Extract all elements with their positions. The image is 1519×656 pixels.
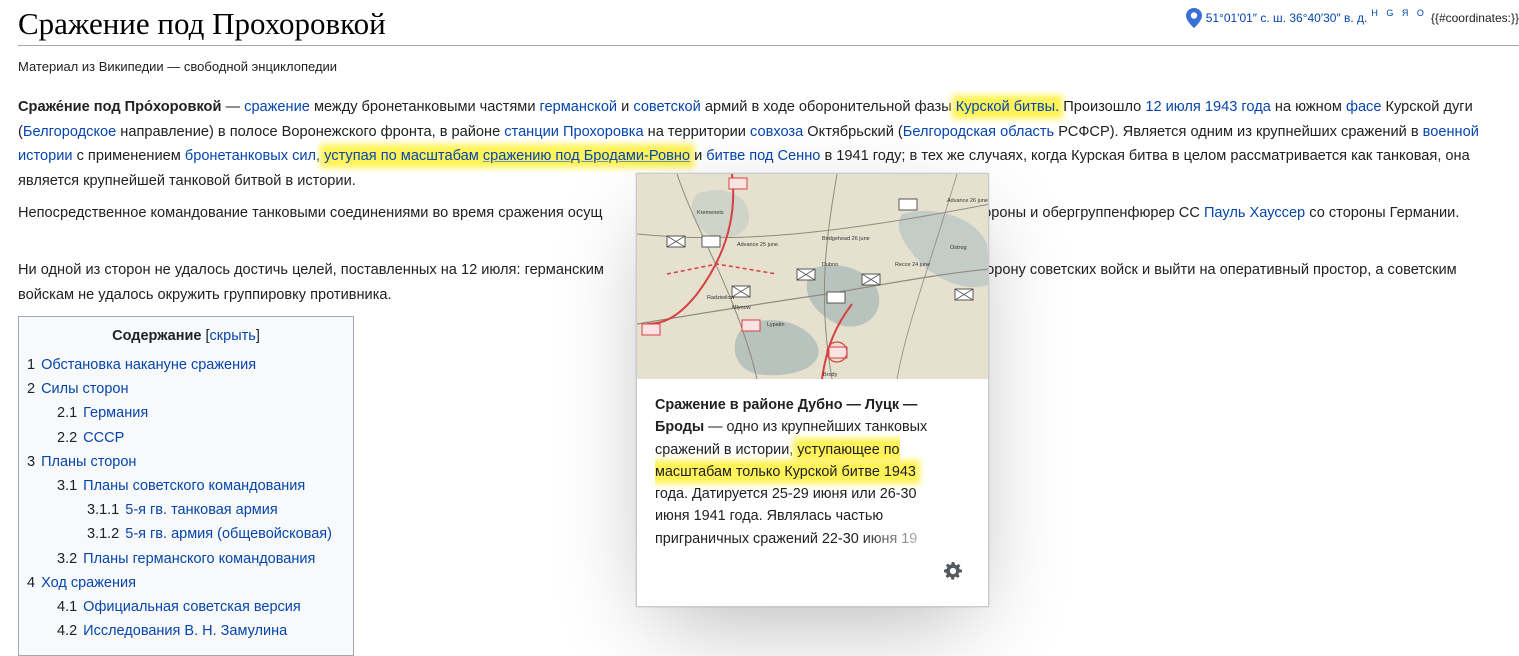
toc-item[interactable]: 4.2 Исследования В. Н. Замулина bbox=[27, 619, 332, 643]
text-fade bbox=[857, 524, 977, 548]
table-of-contents: Содержание [скрыть] 1 Обстановка накануне… bbox=[18, 316, 354, 656]
map-pin-icon[interactable] bbox=[1185, 8, 1202, 28]
toc-item-link[interactable]: Официальная советская версия bbox=[83, 599, 301, 615]
toc-item-link[interactable]: Планы германского командования bbox=[83, 551, 315, 567]
toc-item-number: 3.1 bbox=[57, 477, 78, 494]
toc-item-number: 1 bbox=[27, 357, 36, 373]
coordinates-map-links[interactable]: H G Я O bbox=[1371, 8, 1427, 18]
coordinates-link[interactable]: 51°01′01″ с. ш. 36°40′30″ в. д. bbox=[1206, 11, 1368, 25]
page-title: Сражение под Прохоровкой bbox=[18, 6, 386, 41]
map-label: Bridgehead 26 june bbox=[822, 236, 870, 242]
toc-item-link[interactable]: СССР bbox=[83, 430, 124, 446]
map-label: Kremenets bbox=[697, 210, 724, 216]
link-germanskoy[interactable]: германской bbox=[540, 99, 618, 115]
link-belgorodskaya-oblast[interactable]: Белгородская область bbox=[903, 124, 1054, 140]
toc-hide-toggle[interactable]: скрыть bbox=[210, 328, 256, 344]
link-stantsiya-prokhorovka[interactable]: станции Прохоровка bbox=[504, 124, 643, 140]
link-paul-hausser[interactable]: Пауль Хауссер bbox=[1204, 205, 1305, 221]
map-label: Ostrog bbox=[950, 245, 967, 251]
toc-item-number: 3.2 bbox=[57, 550, 78, 567]
toc-item-number: 2.2 bbox=[57, 429, 78, 446]
toc-item[interactable]: 3.2 Планы германского командования bbox=[27, 547, 332, 571]
map-label: Radziwilow bbox=[707, 295, 735, 301]
toc-item-number: 2.1 bbox=[57, 405, 78, 422]
toc-item[interactable]: 4.1 Официальная советская версия bbox=[27, 595, 332, 619]
toc-item-number: 4 bbox=[27, 574, 36, 591]
lead-term: Сраже́ние под Про́хоровкой bbox=[18, 99, 222, 115]
link-belgorodskoe[interactable]: Белгородское bbox=[23, 124, 116, 140]
link-senno[interactable]: битве под Сенно bbox=[706, 148, 820, 164]
link-date[interactable]: 12 июля 1943 года bbox=[1145, 99, 1271, 115]
toc-item-link[interactable]: Германия bbox=[83, 405, 148, 421]
map-label: Recce 24 june bbox=[895, 262, 930, 268]
link-fas[interactable]: фасе bbox=[1346, 99, 1382, 115]
toc-item-link[interactable]: Планы сторон bbox=[41, 454, 136, 470]
toc-item[interactable]: 2 Силы сторон bbox=[27, 377, 332, 401]
link-brody-rovno[interactable]: сражению под Бродами-Ровно bbox=[483, 148, 690, 164]
toc-item[interactable]: 3.1 Планы советского командования bbox=[27, 474, 332, 498]
toc-item[interactable]: 3.1.1 5-я гв. танковая армия bbox=[27, 498, 332, 522]
link-bronetankovye-sily[interactable]: бронетанковых сил bbox=[185, 148, 316, 164]
map-label: Dubno bbox=[822, 262, 838, 268]
toc-item-number: 4.1 bbox=[57, 598, 78, 615]
link-ustupaya[interactable]: уступая по масштабам bbox=[324, 148, 483, 164]
toc-item-number: 2 bbox=[27, 381, 36, 398]
gear-icon[interactable] bbox=[944, 562, 962, 580]
toc-item-number: 3.1.1 bbox=[87, 502, 120, 519]
map-label: Advance 26 june bbox=[947, 198, 988, 204]
page-preview-popup[interactable]: Advance 25 june Advance 26 june Bridgehe… bbox=[636, 173, 989, 607]
toc-item-link[interactable]: Планы советского командования bbox=[83, 478, 305, 494]
toc-item-link[interactable]: Силы сторон bbox=[41, 381, 128, 397]
map-label: Lypatin bbox=[767, 322, 785, 328]
link-srazhenie[interactable]: сражение bbox=[244, 99, 310, 115]
coordinates-template: {{#coordinates:}} bbox=[1430, 11, 1519, 25]
toc-item-link[interactable]: 5-я гв. танковая армия bbox=[125, 502, 277, 518]
toc-list: 1 Обстановка накануне сражения 2 Силы сторо… bbox=[27, 353, 332, 643]
map-label: Mlynow bbox=[732, 305, 751, 311]
toc-item-number: 3.1.2 bbox=[87, 526, 120, 543]
toc-item-link[interactable]: Обстановка накануне сражения bbox=[41, 357, 256, 373]
toc-item[interactable]: 3 Планы сторон bbox=[27, 450, 332, 474]
toc-item-link[interactable]: 5-я гв. армия (общевойсковая) bbox=[125, 526, 332, 542]
coordinates: 51°01′01″ с. ш. 36°40′30″ в. д. H G Я O … bbox=[1185, 6, 1519, 30]
toc-item[interactable]: 2.1 Германия bbox=[27, 401, 332, 425]
toc-item[interactable]: 1 Обстановка накануне сражения bbox=[27, 353, 332, 377]
toc-item[interactable]: 3.1.2 5-я гв. армия (общевойсковая) bbox=[27, 522, 332, 546]
toc-item-number: 3 bbox=[27, 453, 36, 470]
site-tagline: Материал из Википедии — свободной энцикл… bbox=[18, 59, 338, 74]
highlight-comparison: уступая по масштабам сражению под Бродам… bbox=[324, 148, 691, 164]
battle-map-image: Advance 25 june Advance 26 june Bridgehe… bbox=[637, 174, 988, 379]
link-sovkhoz[interactable]: совхоза bbox=[750, 124, 803, 140]
map-label: Advance 25 june bbox=[737, 242, 778, 248]
toc-item[interactable]: 2.2 СССР bbox=[27, 426, 332, 450]
toc-item[interactable]: 4 Ход сражения bbox=[27, 571, 332, 595]
toc-header: Содержание [скрыть] bbox=[112, 328, 260, 344]
toc-title: Содержание bbox=[112, 328, 202, 344]
toc-item-link[interactable]: Ход сражения bbox=[41, 575, 136, 591]
link-kurskaya-bitva[interactable]: Курской битвы. bbox=[955, 99, 1060, 115]
link-sovetskoy[interactable]: советской bbox=[633, 99, 700, 115]
map-label: Brody bbox=[823, 372, 838, 378]
title-divider bbox=[18, 45, 1519, 46]
